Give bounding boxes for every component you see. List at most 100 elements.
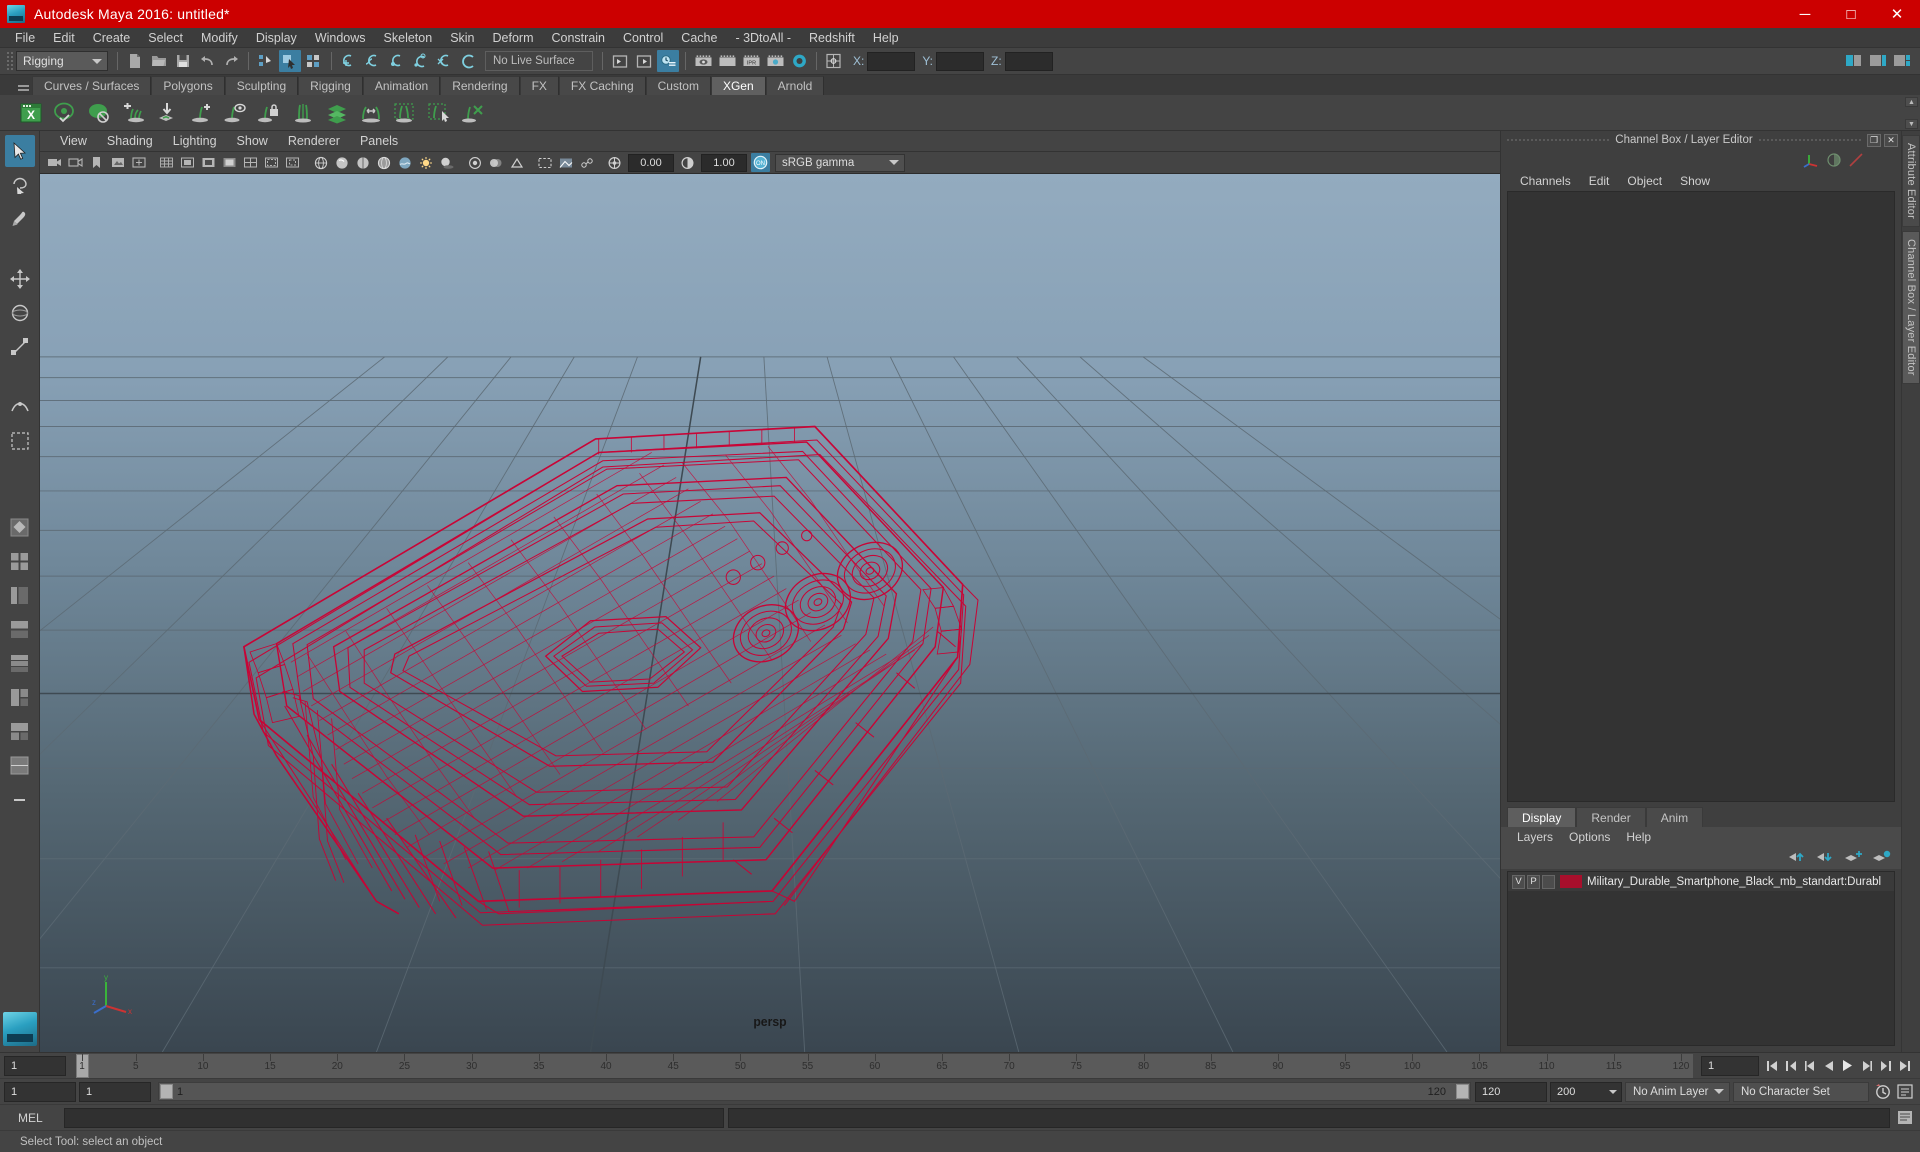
soft-modification-tool[interactable]	[5, 391, 35, 423]
shelf-tab-sculpting[interactable]: Sculpting	[225, 76, 298, 95]
use-all-lights-icon[interactable]	[416, 153, 435, 172]
menu-item-skin[interactable]: Skin	[441, 28, 483, 48]
grid-toggle-icon[interactable]	[157, 153, 176, 172]
time-slider[interactable]: 1510152025303540455055606570758085909510…	[76, 1054, 1693, 1078]
absolute-relative-transform-icon[interactable]	[823, 50, 845, 72]
viewport-menu-view[interactable]: View	[50, 131, 97, 152]
command-language-label[interactable]: MEL	[4, 1111, 60, 1125]
render-settings-icon[interactable]	[657, 50, 679, 72]
snap-to-points-icon[interactable]	[386, 50, 408, 72]
preview-disable-icon[interactable]	[84, 98, 114, 128]
shelf-tab-polygons[interactable]: Polygons	[151, 76, 224, 95]
resolution-gate-icon[interactable]	[199, 153, 218, 172]
animation-preferences-icon[interactable]	[1894, 1081, 1916, 1102]
viewport-menu-panels[interactable]: Panels	[350, 131, 408, 152]
character-set-select[interactable]: No Character Set	[1733, 1082, 1869, 1102]
select-by-hierarchy-icon[interactable]	[255, 50, 277, 72]
layer-editor-menu-options[interactable]: Options	[1561, 827, 1618, 847]
menu-item-control[interactable]: Control	[614, 28, 672, 48]
new-layer-from-selected-icon[interactable]	[1871, 849, 1891, 867]
menu-item-3dtoall[interactable]: - 3DtoAll -	[726, 28, 800, 48]
range-left-handle[interactable]	[160, 1084, 173, 1099]
clear-guides-icon[interactable]	[458, 98, 488, 128]
layout-minus-button[interactable]	[5, 783, 35, 815]
menu-item-edit[interactable]: Edit	[44, 28, 84, 48]
minimize-button[interactable]: ─	[1782, 0, 1828, 28]
shadows-icon[interactable]	[437, 153, 456, 172]
go-to-end-icon[interactable]	[1896, 1056, 1914, 1076]
viewport-menu-shading[interactable]: Shading	[97, 131, 163, 152]
menu-item-file[interactable]: File	[6, 28, 44, 48]
layers-icon[interactable]	[322, 98, 352, 128]
region-mask-icon[interactable]	[288, 98, 318, 128]
render-current-frame-icon[interactable]	[633, 50, 655, 72]
twod-pan-zoom-icon[interactable]	[129, 153, 148, 172]
layout-two-side-by-side[interactable]	[5, 749, 35, 781]
select-camera-icon[interactable]	[45, 153, 64, 172]
channel-box-menu-show[interactable]: Show	[1671, 171, 1719, 191]
menu-item-create[interactable]: Create	[84, 28, 140, 48]
ipr-render-icon[interactable]: IPR	[740, 50, 762, 72]
channel-box-menu-edit[interactable]: Edit	[1580, 171, 1619, 191]
smooth-shade-selected-icon[interactable]	[353, 153, 372, 172]
range-right-handle[interactable]	[1456, 1084, 1469, 1099]
perspective-viewport[interactable]: persp y x z	[40, 174, 1500, 1052]
undo-icon[interactable]	[196, 50, 218, 72]
groom-transfer-icon[interactable]	[356, 98, 386, 128]
scale-tool[interactable]	[5, 331, 35, 363]
layer-playback-toggle[interactable]: P	[1527, 875, 1540, 889]
coord-z-field[interactable]	[1005, 52, 1053, 71]
gate-mask-icon[interactable]	[220, 153, 239, 172]
current-frame-field[interactable]: 1	[1701, 1056, 1759, 1076]
film-gate-icon[interactable]	[178, 153, 197, 172]
render-sequence-icon[interactable]	[692, 50, 714, 72]
gamma-icon[interactable]	[678, 153, 697, 172]
shelf-tab-rigging[interactable]: Rigging	[298, 76, 363, 95]
menu-item-skeleton[interactable]: Skeleton	[375, 28, 442, 48]
live-surface-field[interactable]: No Live Surface	[485, 51, 593, 71]
menu-item-windows[interactable]: Windows	[306, 28, 375, 48]
anim-start-field[interactable]: 1	[4, 1082, 76, 1102]
menu-item-cache[interactable]: Cache	[672, 28, 726, 48]
isolate-select-icon[interactable]	[535, 153, 554, 172]
textured-icon[interactable]	[395, 153, 414, 172]
toolbar-grip[interactable]	[5, 50, 13, 72]
image-plane-icon[interactable]	[108, 153, 127, 172]
channel-box-menu-channels[interactable]: Channels	[1511, 171, 1580, 191]
layout-persp-hypershade[interactable]	[5, 647, 35, 679]
move-layer-down-icon[interactable]	[1815, 849, 1835, 867]
play-forwards-icon[interactable]	[1839, 1056, 1857, 1076]
maximize-button[interactable]: □	[1828, 0, 1874, 28]
xray-icon[interactable]	[556, 153, 575, 172]
select-by-component-type-icon[interactable]	[303, 50, 325, 72]
generate-primitives-icon[interactable]	[118, 98, 148, 128]
layout-single-perspective-view[interactable]	[5, 511, 35, 543]
layer-editor-tab-render[interactable]: Render	[1576, 807, 1645, 827]
step-forward-frame-icon[interactable]	[1858, 1056, 1876, 1076]
shelf-tab-xgen[interactable]: XGen	[711, 76, 766, 95]
show-hide-attribute-editor-icon[interactable]	[1867, 50, 1889, 72]
shelf-menu-icon[interactable]	[14, 77, 32, 95]
shelf-tab-fx-caching[interactable]: FX Caching	[559, 76, 646, 95]
range-track[interactable]: 1 120	[158, 1082, 1471, 1101]
select-guides-icon[interactable]	[424, 98, 454, 128]
shelf-scroll-down-icon[interactable]: ▼	[1905, 119, 1918, 129]
snap-to-grid-icon[interactable]	[338, 50, 360, 72]
menu-item-deform[interactable]: Deform	[484, 28, 543, 48]
close-button[interactable]: ✕	[1874, 0, 1920, 28]
panel-close-button[interactable]: ✕	[1884, 134, 1898, 147]
step-back-frame-icon[interactable]	[1801, 1056, 1819, 1076]
menu-item-help[interactable]: Help	[864, 28, 908, 48]
layout-persp-relationship[interactable]	[5, 681, 35, 713]
snap-to-view-planes-icon[interactable]	[434, 50, 456, 72]
preview-description-icon[interactable]	[220, 98, 250, 128]
select-by-object-type-icon[interactable]	[279, 50, 301, 72]
move-tool[interactable]	[5, 263, 35, 295]
anim-end-field[interactable]: 200	[1550, 1082, 1622, 1102]
coord-x-field[interactable]	[867, 52, 915, 71]
menu-item-constrain[interactable]: Constrain	[543, 28, 615, 48]
channel-box-content[interactable]	[1507, 191, 1895, 802]
add-description-icon[interactable]	[186, 98, 216, 128]
bookmark-icon[interactable]	[87, 153, 106, 172]
show-hide-modeling-toolkit-icon[interactable]	[1843, 50, 1865, 72]
